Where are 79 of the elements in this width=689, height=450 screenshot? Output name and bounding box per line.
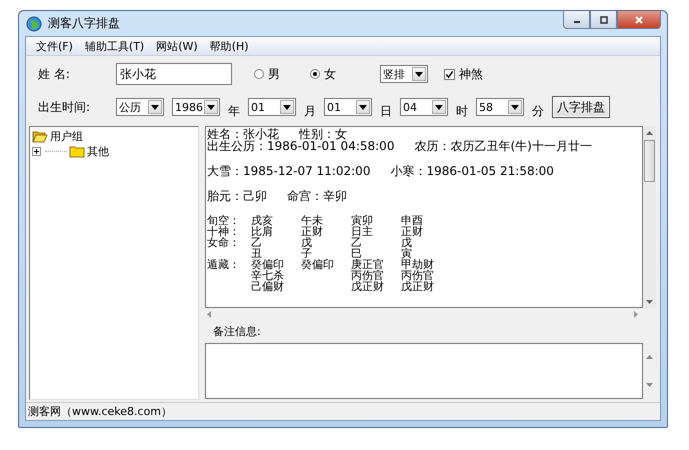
tree-item[interactable]: 其他 — [87, 144, 109, 159]
name-field[interactable]: 张小花 — [116, 63, 232, 85]
unit-label: 月 — [304, 102, 316, 120]
pillar-cell-text: 戊 — [401, 237, 412, 248]
scroll-left-icon[interactable] — [207, 310, 211, 318]
result-text: 出生公历：1986-01-01 04:58:00 — [207, 140, 394, 152]
result-text: 农历：农历乙丑年(牛)十一月廿一 — [414, 140, 592, 152]
pillar-cell-text: 乙 — [251, 237, 262, 248]
vertical-scrollbar[interactable] — [643, 126, 656, 308]
window-title: 测客八字排盘 — [48, 15, 121, 32]
minimize-icon — [574, 21, 580, 23]
row-label: 十神： — [207, 226, 241, 237]
shensha-checkbox[interactable]: 神煞 — [444, 66, 483, 82]
pillar-cell-text: 申酉 — [401, 215, 424, 226]
unit-label: 时 — [456, 102, 468, 120]
pillar-cell-text: 庚正官 丙伤官 戊正财 — [351, 259, 385, 292]
folder-icon — [69, 145, 85, 158]
pillar-cell-text: 丑 — [251, 248, 262, 259]
close-icon — [634, 14, 644, 24]
unit-label: 分 — [532, 102, 544, 120]
result-text: 性别：女 — [299, 128, 347, 140]
status-bar: 测客网（www.ceke8.com） — [26, 402, 660, 420]
pillar-cell-text: 午未 — [301, 215, 324, 226]
notes-label: 备注信息: — [212, 324, 262, 340]
calculate-button[interactable]: 八字排盘 — [552, 96, 610, 118]
pillar-cell-text: 癸偏印 — [301, 259, 335, 273]
pillar-cell-text: 日主 — [351, 226, 374, 237]
scroll-down-icon[interactable] — [646, 383, 653, 387]
pillar-cell-text: 寅 — [401, 248, 412, 259]
result-text: 胎元：己卯 — [207, 190, 267, 202]
scroll-right-icon[interactable] — [634, 310, 638, 318]
notes-field[interactable] — [205, 343, 643, 399]
row-label: 女命： — [207, 237, 241, 248]
dropdown[interactable]: 01 — [324, 98, 372, 116]
scroll-up-icon[interactable] — [646, 130, 653, 134]
expand-icon[interactable] — [32, 147, 41, 156]
result-text: 小寒：1986-01-05 21:58:00 — [390, 165, 554, 177]
dropdown[interactable]: 竖排 — [380, 65, 428, 83]
pillar-cell-text: 癸偏印 辛七杀 己偏财 — [251, 259, 285, 292]
name-label: 姓 名: — [37, 66, 71, 82]
birth-time-label: 出生时间: — [37, 98, 92, 116]
gender-radio[interactable]: 女 — [310, 66, 336, 82]
unit-label: 年 — [228, 102, 240, 120]
menu-item[interactable]: 网站(W) — [150, 38, 204, 54]
dropdown[interactable]: 公历 — [116, 98, 164, 116]
pillar-cell-text: 乙 — [351, 237, 362, 248]
pillar-cell-text: 巳 — [351, 248, 362, 259]
pillar-cell-text: 比肩 — [251, 226, 274, 237]
pillar-cell-text: 寅卯 — [351, 215, 374, 226]
row-label: 旬空： — [207, 215, 241, 226]
menu-item[interactable]: 辅助工具(T) — [78, 38, 150, 54]
unit-label: 日 — [380, 102, 392, 120]
menu-item[interactable]: 帮助(H) — [204, 38, 255, 54]
close-button[interactable] — [617, 11, 661, 29]
dropdown[interactable]: 01 — [248, 98, 296, 116]
scroll-up-icon[interactable] — [646, 355, 653, 359]
pillar-cell-text: 子 — [301, 248, 312, 259]
row-label: 遁藏： — [207, 259, 241, 273]
pillar-cell-text: 甲劫财 丙伤官 戊正财 — [401, 259, 435, 292]
gender-radio[interactable]: 男 — [254, 66, 280, 82]
pillar-cell-text: 正财 — [301, 226, 324, 237]
dropdown[interactable]: 58 — [476, 98, 524, 116]
result-text: 大雪：1985-12-07 11:02:00 — [207, 165, 370, 177]
maximize-icon — [598, 14, 608, 24]
result-text: 命宫：辛卯 — [287, 190, 347, 202]
menu-item[interactable]: 文件(F) — [30, 38, 79, 54]
tree-item[interactable]: 用户组 — [50, 129, 83, 144]
scroll-thumb[interactable] — [644, 140, 655, 182]
maximize-button[interactable] — [590, 11, 617, 29]
dropdown[interactable]: 1986 — [172, 98, 220, 116]
globe-icon — [26, 16, 42, 32]
pillar-cell-text: 戌亥 — [251, 215, 274, 226]
checkmark-icon — [445, 70, 454, 78]
pillar-cell-text: 戊 — [301, 237, 312, 248]
scroll-down-icon[interactable] — [646, 300, 653, 304]
pillar-cell-text: 正财 — [401, 226, 424, 237]
result-text: 姓名：张小花 — [207, 128, 279, 140]
minimize-button[interactable] — [563, 11, 590, 29]
dropdown[interactable]: 04 — [400, 98, 448, 116]
